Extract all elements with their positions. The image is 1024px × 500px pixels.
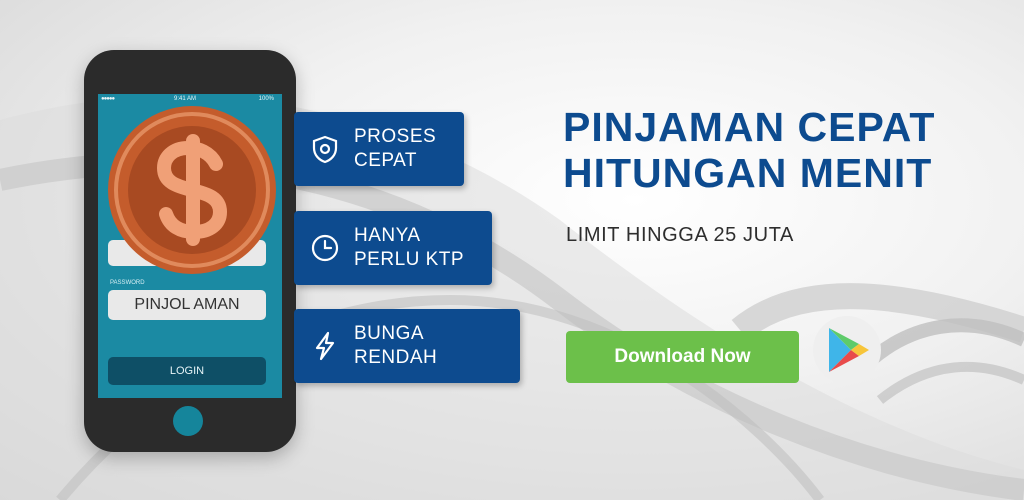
google-play-badge[interactable] xyxy=(813,316,881,384)
login-button[interactable]: LOGIN xyxy=(108,357,266,385)
home-button[interactable] xyxy=(173,406,203,436)
feature-text: BUNGA RENDAH xyxy=(354,323,438,368)
feature-badge-ktp-only: HANYA PERLU KTP xyxy=(294,211,492,285)
headline: PINJAMAN CEPAT HITUNGAN MENIT xyxy=(563,104,936,196)
battery-level: 100% xyxy=(258,96,274,102)
password-label: PASSWORD xyxy=(110,280,145,286)
lightning-icon xyxy=(315,331,335,361)
phone-mockup: ●●●●● 9:41 AM 100% PASSWORD PINJOL AMAN … xyxy=(84,50,296,452)
feature-text: HANYA PERLU KTP xyxy=(354,225,465,270)
feature-text: PROSES CEPAT xyxy=(354,126,437,171)
password-field[interactable]: PINJOL AMAN xyxy=(108,290,266,320)
status-time: 9:41 AM xyxy=(174,96,197,102)
clock-icon xyxy=(311,234,339,262)
subheadline: LIMIT HINGGA 25 JUTA xyxy=(566,224,794,246)
signal-icon: ●●●●● xyxy=(101,96,115,102)
promo-banner: ●●●●● 9:41 AM 100% PASSWORD PINJOL AMAN … xyxy=(0,0,1024,500)
google-play-icon xyxy=(829,328,869,372)
phone-screen: ●●●●● 9:41 AM 100% PASSWORD PINJOL AMAN … xyxy=(98,94,282,398)
feature-badge-fast-process: PROSES CEPAT xyxy=(294,112,464,186)
download-button[interactable]: Download Now xyxy=(566,331,799,383)
feature-badge-low-interest: BUNGA RENDAH xyxy=(294,309,520,383)
shield-icon xyxy=(312,135,338,164)
dollar-coin-icon xyxy=(108,106,276,274)
